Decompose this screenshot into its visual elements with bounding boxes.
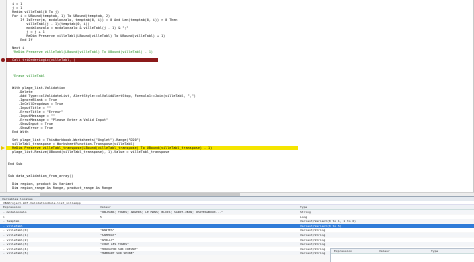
watch-column-type[interactable]: Type: [431, 249, 438, 253]
locals-row[interactable]: - villeTabl(2) "AMILLY" Variant/String: [0, 237, 474, 242]
locals-row[interactable]: i 5 Long: [0, 214, 474, 219]
watch-column-expression[interactable]: Expression: [334, 249, 352, 253]
code-line[interactable]: plage_list.Resize(UBound(villeTabl_trans…: [8, 150, 169, 154]
locals-cell-expr: - villeTabl(1): [3, 233, 29, 237]
locals-cell-type: Variant/String: [300, 233, 326, 237]
locals-cell-type: Variant/String: [300, 242, 326, 247]
locals-cell-type: Long: [300, 214, 308, 219]
locals-cell-value: "AMILLY": [100, 237, 115, 242]
locals-cell-expr: - temptab: [3, 219, 20, 224]
column-value[interactable]: Valeur: [100, 205, 111, 209]
locals-row[interactable]: - villeTabl(0) "NANTES" Variant/String: [0, 228, 474, 233]
column-expression[interactable]: Expression: [3, 205, 21, 209]
column-type[interactable]: Type: [300, 205, 307, 209]
code-line[interactable]: Dim region_range As Range, product_range…: [8, 186, 112, 190]
locals-cell-expr: - mcdalonzalo: [3, 210, 27, 214]
locals-cell-expr: - villeTabl(5): [3, 251, 29, 256]
margin-indicator-bar[interactable]: [0, 0, 7, 196]
code-line[interactable]: 'ReDim Preserve villeTabl(LBound(villeTa…: [8, 50, 153, 54]
locals-cell-type: Variant/Variant(0 to 1, 1 to 6): [300, 219, 356, 224]
locals-row[interactable]: - temptab Variant/Variant(0 to 1, 1 to 6): [0, 219, 474, 224]
locals-cell-value: "SAMEDAY": [100, 233, 117, 237]
locals-cell-expr: i: [3, 214, 5, 219]
locals-cell-value: "HUBBART SUR SEINE": [100, 251, 135, 256]
locals-cell-value: "ORLEANS; TOURS; ANGERS; LE MANS; BLOIS;…: [100, 210, 223, 214]
execution-pointer-icon[interactable]: [1, 146, 5, 150]
locals-cell-expr: - villeTabl: [3, 223, 23, 228]
code-editor[interactable]: i = 1 j = 1 Redim villeTabl(0 To j) For …: [0, 0, 474, 196]
locals-cell-expr: - villeTabl(3): [3, 242, 29, 247]
watch-column-headers: Expression Valeur Type: [331, 249, 474, 254]
code-line[interactable]: Call triOrderLogic(villeTabl, ): [6, 58, 158, 62]
locals-cell-type: String: [300, 210, 311, 214]
code-line[interactable]: Sub data_validation_from_array(): [8, 174, 73, 178]
locals-cell-value: "NANTES": [100, 228, 115, 233]
locals-cell-expr: - villeTabl(4): [3, 246, 29, 251]
locals-cell-value: "JOUE LES TOURS": [100, 242, 129, 247]
code-line[interactable]: End If: [8, 38, 32, 42]
locals-row[interactable]: - villeTabl Variant/Variant(0 to 5): [0, 223, 474, 228]
locals-row[interactable]: - mcdalonzalo "ORLEANS; TOURS; ANGERS; LE…: [0, 210, 474, 214]
code-line[interactable]: End With: [8, 130, 28, 134]
breakpoint-icon[interactable]: [1, 58, 5, 62]
locals-cell-value: 5: [100, 214, 102, 219]
locals-cell-type: Variant/String: [300, 237, 326, 242]
watch-column-value[interactable]: Valeur: [379, 249, 390, 253]
code-line[interactable]: End Sub: [8, 162, 22, 166]
locals-row[interactable]: - villeTabl(3) "JOUE LES TOURS" Variant/St…: [0, 242, 474, 247]
locals-cell-expr: - villeTabl(0): [3, 228, 29, 233]
locals-cell-value: "HOUDAYON SUR CREUSE": [100, 246, 138, 251]
locals-row[interactable]: - villeTabl(1) "SAMEDAY" Variant/String: [0, 233, 474, 237]
locals-cell-expr: - villeTabl(2): [3, 237, 29, 242]
code-line[interactable]: 'Erase villeTabl: [8, 74, 45, 78]
watch-window: Expression Valeur Type: [330, 248, 474, 262]
locals-cell-type: Variant/String: [300, 228, 326, 233]
locals-cell-type: Variant/Variant(0 to 5): [300, 223, 342, 228]
